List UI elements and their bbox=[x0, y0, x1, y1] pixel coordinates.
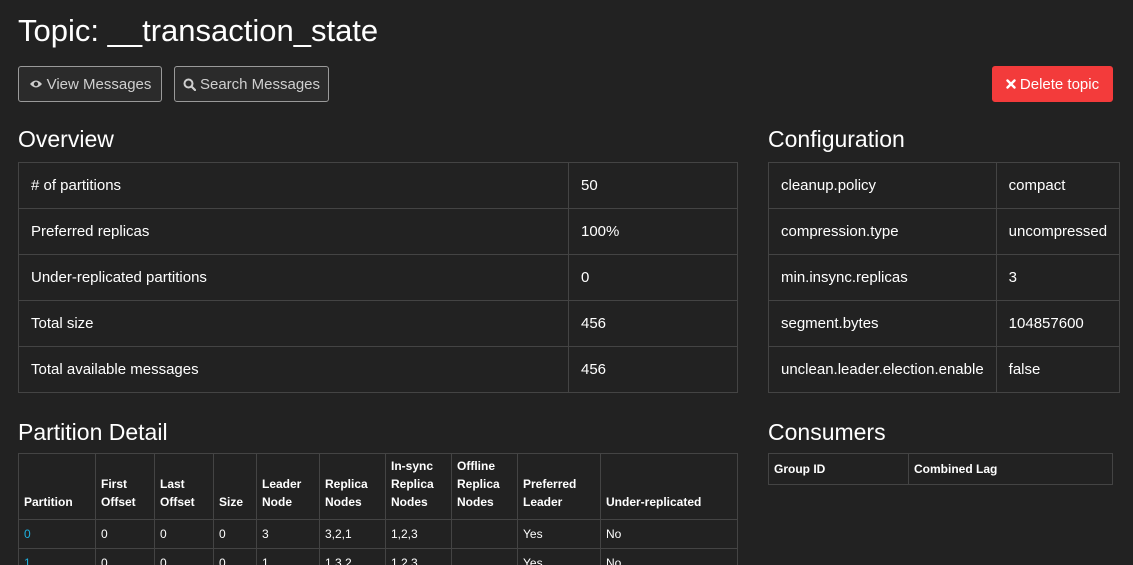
overview-key: # of partitions bbox=[18, 162, 569, 209]
configuration-heading: Configuration bbox=[768, 126, 905, 152]
table-row: Total available messages 456 bbox=[18, 346, 738, 393]
first-offset-cell: 0 bbox=[95, 548, 155, 565]
first-offset-cell: 0 bbox=[95, 519, 155, 549]
overview-table: # of partitions 50 Preferred replicas 10… bbox=[18, 162, 738, 393]
overview-key: Preferred replicas bbox=[18, 208, 569, 255]
config-key: compression.type bbox=[768, 208, 997, 255]
offline-replica-nodes-cell bbox=[451, 548, 518, 565]
column-header-combined-lag: Combined Lag bbox=[908, 453, 1113, 485]
overview-key: Total available messages bbox=[18, 346, 569, 393]
overview-value: 100% bbox=[568, 208, 738, 255]
column-header-first-offset: First Offset bbox=[95, 453, 155, 520]
config-value: 104857600 bbox=[995, 300, 1121, 347]
under-replicated-cell: No bbox=[600, 519, 738, 549]
leader-node-cell: 3 bbox=[256, 519, 320, 549]
delete-topic-label: Delete topic bbox=[1019, 75, 1100, 93]
config-value: false bbox=[995, 346, 1121, 393]
column-header-group-id: Group ID bbox=[768, 453, 909, 485]
consumers-table: Group ID Combined Lag bbox=[768, 453, 1113, 485]
column-header-under-replicated: Under-replicated bbox=[600, 453, 738, 520]
offline-replica-nodes-cell bbox=[451, 519, 518, 549]
overview-value: 456 bbox=[568, 346, 738, 393]
topic-page: Topic: __transaction_state View Messages… bbox=[0, 0, 1133, 565]
replica-nodes-cell: 1,3,2 bbox=[319, 548, 386, 565]
configuration-table: cleanup.policy compact compression.type … bbox=[768, 162, 1121, 393]
column-header-partition: Partition bbox=[18, 453, 96, 520]
partition-link[interactable]: 0 bbox=[24, 527, 31, 541]
overview-heading: Overview bbox=[18, 126, 114, 152]
column-header-replica-nodes: Replica Nodes bbox=[319, 453, 386, 520]
column-header-leader-node: Leader Node bbox=[256, 453, 320, 520]
table-row: min.insync.replicas 3 bbox=[768, 254, 1121, 301]
table-row: 0 0 0 0 3 3,2,1 1,2,3 Yes No bbox=[18, 519, 738, 549]
config-value: 3 bbox=[995, 254, 1121, 301]
column-header-last-offset: Last Offset bbox=[154, 453, 214, 520]
size-cell: 0 bbox=[213, 519, 257, 549]
column-header-in-sync-replica-nodes: In-sync Replica Nodes bbox=[385, 453, 452, 520]
column-header-preferred-leader: Preferred Leader bbox=[517, 453, 601, 520]
table-row: cleanup.policy compact bbox=[768, 162, 1121, 209]
page-title: Topic: __transaction_state bbox=[18, 13, 379, 48]
table-row: 1 0 0 0 1 1,3,2 1,2,3 Yes No bbox=[18, 548, 738, 565]
partition-cell: 1 bbox=[18, 548, 96, 565]
under-replicated-cell: No bbox=[600, 548, 738, 565]
delete-topic-button[interactable]: Delete topic bbox=[992, 66, 1113, 102]
search-messages-label: Search Messages bbox=[199, 75, 321, 93]
preferred-leader-cell: Yes bbox=[517, 548, 601, 565]
in-sync-replica-nodes-cell: 1,2,3 bbox=[385, 548, 452, 565]
config-key: segment.bytes bbox=[768, 300, 997, 347]
table-row: unclean.leader.election.enable false bbox=[768, 346, 1121, 393]
table-header-row: Group ID Combined Lag bbox=[768, 453, 1113, 485]
search-icon bbox=[183, 78, 196, 91]
overview-value: 456 bbox=[568, 300, 738, 347]
last-offset-cell: 0 bbox=[154, 548, 214, 565]
overview-key: Under-replicated partitions bbox=[18, 254, 569, 301]
config-key: cleanup.policy bbox=[768, 162, 997, 209]
preferred-leader-cell: Yes bbox=[517, 519, 601, 549]
config-value: compact bbox=[995, 162, 1121, 209]
column-header-size: Size bbox=[213, 453, 257, 520]
view-messages-label: View Messages bbox=[46, 75, 152, 93]
in-sync-replica-nodes-cell: 1,2,3 bbox=[385, 519, 452, 549]
table-row: Under-replicated partitions 0 bbox=[18, 254, 738, 301]
table-row: Preferred replicas 100% bbox=[18, 208, 738, 255]
partition-link[interactable]: 1 bbox=[24, 556, 31, 565]
table-row: Total size 456 bbox=[18, 300, 738, 347]
config-key: unclean.leader.election.enable bbox=[768, 346, 997, 393]
search-messages-button[interactable]: Search Messages bbox=[174, 66, 329, 102]
view-messages-button[interactable]: View Messages bbox=[18, 66, 162, 102]
close-icon bbox=[1006, 79, 1016, 89]
size-cell: 0 bbox=[213, 548, 257, 565]
leader-node-cell: 1 bbox=[256, 548, 320, 565]
config-key: min.insync.replicas bbox=[768, 254, 997, 301]
partition-cell: 0 bbox=[18, 519, 96, 549]
last-offset-cell: 0 bbox=[154, 519, 214, 549]
table-header-row: Partition First Offset Last Offset Size Le… bbox=[18, 453, 738, 520]
column-header-offline-replica-nodes: Offline Replica Nodes bbox=[451, 453, 518, 520]
overview-value: 0 bbox=[568, 254, 738, 301]
table-row: segment.bytes 104857600 bbox=[768, 300, 1121, 347]
table-row: compression.type uncompressed bbox=[768, 208, 1121, 255]
partition-detail-table: Partition First Offset Last Offset Size Le… bbox=[18, 453, 738, 565]
eye-icon bbox=[29, 79, 43, 89]
config-value: uncompressed bbox=[995, 208, 1121, 255]
partition-detail-heading: Partition Detail bbox=[18, 419, 168, 445]
replica-nodes-cell: 3,2,1 bbox=[319, 519, 386, 549]
overview-value: 50 bbox=[568, 162, 738, 209]
consumers-heading: Consumers bbox=[768, 419, 886, 445]
table-row: # of partitions 50 bbox=[18, 162, 738, 209]
overview-key: Total size bbox=[18, 300, 569, 347]
